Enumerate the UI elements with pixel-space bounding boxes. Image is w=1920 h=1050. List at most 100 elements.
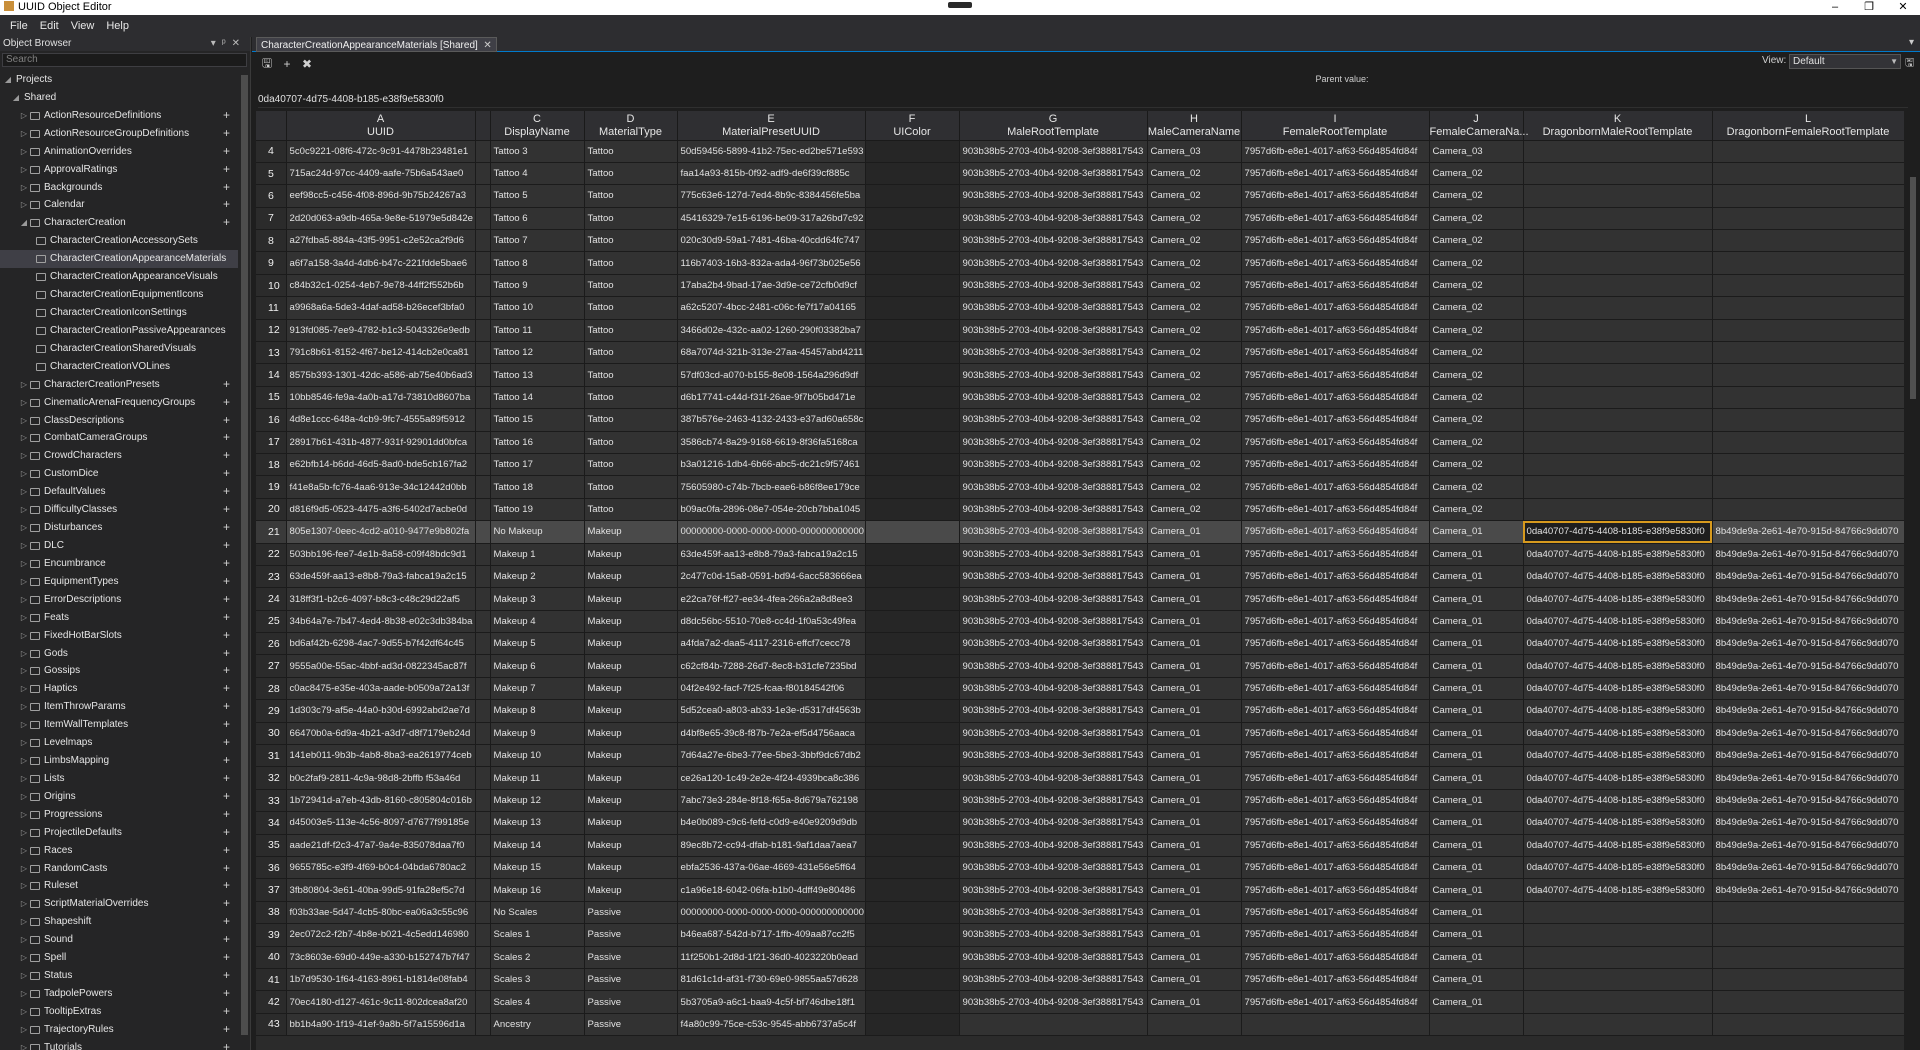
table-cell[interactable]: 7957d6fb-e8e1-4017-af63-56d4854fd84f <box>1241 811 1430 835</box>
table-row[interactable]: 26 bd6af42b-6298-4ac7-9d55-b7f42df64c45 Ma… <box>256 632 1904 656</box>
table-cell[interactable] <box>865 789 960 813</box>
expand-arrow-icon[interactable]: ▷ <box>20 931 28 949</box>
table-cell[interactable] <box>1523 990 1713 1014</box>
expand-arrow-icon[interactable]: ▷ <box>20 770 28 788</box>
save-icon[interactable]: 🖫 <box>260 54 274 75</box>
table-cell[interactable]: Camera_01 <box>1429 923 1524 947</box>
table-cell[interactable] <box>865 699 960 723</box>
table-cell[interactable] <box>1523 431 1713 454</box>
table-cell[interactable]: 8b49de9a-2e61-4e70-915d-84766c9dd070 <box>1712 565 1904 589</box>
table-cell[interactable] <box>865 386 960 410</box>
table-cell[interactable]: Camera_02 <box>1147 386 1242 410</box>
table-cell[interactable]: 903b38b5-2703-40b4-9208-3ef388817543 <box>959 878 1148 902</box>
table-cell[interactable]: Camera_02 <box>1147 251 1242 275</box>
table-cell[interactable]: Camera_02 <box>1147 498 1242 522</box>
table-cell[interactable]: 1b7d9530-1f64-4163-8961-b1814e08fab4 <box>286 968 476 992</box>
table-row[interactable]: 14 8575b393-1301-42dc-a586-ab75e40b6ad3 Ta… <box>256 363 1904 387</box>
table-cell[interactable] <box>1712 341 1904 365</box>
table-cell[interactable]: 903b38b5-2703-40b4-9208-3ef388817543 <box>959 856 1148 880</box>
table-cell[interactable]: Camera_02 <box>1429 408 1524 432</box>
table-cell[interactable]: 11f250b1-2d8d-1f21-36d0-4023220b0ead <box>677 946 866 969</box>
table-cell[interactable]: 1b72941d-a7eb-43db-8160-c805804c016b <box>286 789 476 813</box>
tree-item[interactable]: ▷ Calendar + <box>0 196 238 214</box>
table-cell[interactable]: 89ec8b72-cc94-dfab-b181-9af1daa7aea7 <box>677 834 866 858</box>
tree-item[interactable]: CharacterCreationAccessorySets <box>0 232 238 250</box>
table-row[interactable]: 33 1b72941d-a7eb-43db-8160-c805804c016b Ma… <box>256 789 1904 813</box>
expand-arrow-icon[interactable]: ▷ <box>20 662 28 680</box>
table-cell[interactable]: 0da40707-4d75-4408-b185-e38f9e5830f0 <box>1523 632 1713 656</box>
add-icon[interactable]: + <box>280 57 294 71</box>
table-cell[interactable] <box>1712 475 1904 499</box>
table-cell[interactable] <box>475 341 491 365</box>
row-number[interactable]: 5 <box>256 162 287 186</box>
tree-item[interactable]: ▷ Gods + <box>0 645 238 663</box>
table-cell[interactable]: Scales 4 <box>490 990 585 1014</box>
table-cell[interactable]: 7957d6fb-e8e1-4017-af63-56d4854fd84f <box>1241 431 1430 454</box>
table-cell[interactable]: 8575b393-1301-42dc-a586-ab75e40b6ad3 <box>286 363 476 387</box>
add-entry-icon[interactable]: + <box>223 519 230 537</box>
table-cell[interactable]: 903b38b5-2703-40b4-9208-3ef388817543 <box>959 766 1148 790</box>
table-cell[interactable] <box>865 408 960 432</box>
table-cell[interactable]: f4a80c99-75ce-c53c-9545-abb6737a5c4f <box>677 1013 866 1037</box>
add-entry-icon[interactable]: + <box>223 627 230 645</box>
table-cell[interactable]: bd6af42b-6298-4ac7-9d55-b7f42df64c45 <box>286 632 476 656</box>
column-header[interactable]: G MaleRootTemplate <box>959 111 1148 141</box>
table-cell[interactable]: Camera_01 <box>1147 856 1242 880</box>
add-entry-icon[interactable]: + <box>223 465 230 483</box>
tree-item[interactable]: ◢ CharacterCreation + <box>0 214 238 232</box>
table-cell[interactable]: 8b49de9a-2e61-4e70-915d-84766c9dd070 <box>1712 789 1904 813</box>
table-cell[interactable]: Makeup <box>584 565 678 589</box>
tree-item[interactable]: ◢ Shared <box>0 89 238 107</box>
table-cell[interactable] <box>865 1013 960 1037</box>
tree-item[interactable]: ▷ CinematicArenaFrequencyGroups + <box>0 394 238 412</box>
column-header[interactable]: A UUID <box>286 111 476 141</box>
add-entry-icon[interactable]: + <box>223 609 230 627</box>
table-cell[interactable] <box>475 453 491 477</box>
add-entry-icon[interactable]: + <box>223 1021 230 1039</box>
table-cell[interactable] <box>865 677 960 701</box>
table-row[interactable]: 11 a9968a6a-5de3-4daf-ad58-b26ecef3bfa0 Ta… <box>256 296 1904 320</box>
table-cell[interactable]: 5c0c9221-08f6-472c-9c91-4478b23481e1 <box>286 140 476 163</box>
table-cell[interactable]: Camera_03 <box>1147 140 1242 163</box>
table-cell[interactable] <box>1523 901 1713 925</box>
table-cell[interactable]: 903b38b5-2703-40b4-9208-3ef388817543 <box>959 990 1148 1014</box>
table-cell[interactable]: d816f9d5-0523-4475-a3f6-5402d7acbe0d <box>286 498 476 522</box>
row-number[interactable]: 30 <box>256 722 287 746</box>
table-cell[interactable] <box>475 587 491 611</box>
table-cell[interactable]: f03b33ae-5d47-4cb5-80bc-ea06a3c55c96 <box>286 901 476 925</box>
table-cell[interactable]: Camera_01 <box>1429 722 1524 746</box>
table-cell[interactable]: Camera_02 <box>1429 274 1524 298</box>
table-cell[interactable]: Passive <box>584 901 678 925</box>
table-cell[interactable]: 7957d6fb-e8e1-4017-af63-56d4854fd84f <box>1241 789 1430 813</box>
add-entry-icon[interactable]: + <box>223 143 230 161</box>
row-number[interactable]: 31 <box>256 744 287 768</box>
table-cell[interactable] <box>1712 1013 1904 1037</box>
column-header[interactable]: K DragonbornMaleRootTemplate <box>1523 111 1713 141</box>
table-cell[interactable]: 7957d6fb-e8e1-4017-af63-56d4854fd84f <box>1241 677 1430 701</box>
tree-item[interactable]: ▷ Lists + <box>0 770 238 788</box>
table-cell[interactable]: eef98cc5-c456-4f08-896d-9b75b24267a3 <box>286 184 476 208</box>
table-cell[interactable]: 903b38b5-2703-40b4-9208-3ef388817543 <box>959 677 1148 701</box>
table-cell[interactable]: 715ac24d-97cc-4409-aafe-75b6a543ae0 <box>286 162 476 186</box>
table-cell[interactable]: 7957d6fb-e8e1-4017-af63-56d4854fd84f <box>1241 475 1430 499</box>
tree-item[interactable]: ▷ ActionResourceGroupDefinitions + <box>0 125 238 143</box>
row-number[interactable]: 14 <box>256 363 287 387</box>
tree-item[interactable]: ▷ ErrorDescriptions + <box>0 591 238 609</box>
table-cell[interactable]: Tattoo <box>584 162 678 186</box>
table-cell[interactable]: b3a01216-1db4-6b66-abc5-dc21c9f57461 <box>677 453 866 477</box>
expand-arrow-icon[interactable]: ▷ <box>20 125 28 143</box>
table-cell[interactable]: 8b49de9a-2e61-4e70-915d-84766c9dd070 <box>1712 610 1904 634</box>
table-cell[interactable]: 0da40707-4d75-4408-b185-e38f9e5830f0 <box>1523 610 1713 634</box>
table-cell[interactable]: Camera_01 <box>1429 654 1524 678</box>
table-cell[interactable]: Tattoo 10 <box>490 296 585 320</box>
tree-item[interactable]: CharacterCreationIconSettings <box>0 304 238 322</box>
table-cell[interactable] <box>1712 296 1904 320</box>
expand-arrow-icon[interactable]: ▷ <box>20 609 28 627</box>
tree-item[interactable]: ▷ DifficultyClasses + <box>0 501 238 519</box>
row-number[interactable]: 41 <box>256 968 287 992</box>
table-cell[interactable] <box>475 475 491 499</box>
table-cell[interactable] <box>1523 498 1713 522</box>
table-cell[interactable] <box>865 453 960 477</box>
add-entry-icon[interactable]: + <box>223 913 230 931</box>
table-cell[interactable]: Camera_02 <box>1429 296 1524 320</box>
